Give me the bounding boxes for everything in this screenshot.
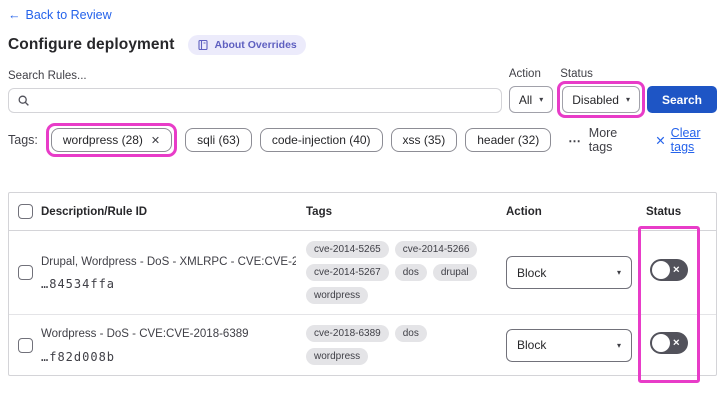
toggle-x-icon: ✕ xyxy=(672,337,680,347)
rules-table: Description/Rule ID Tags Action Status D… xyxy=(8,192,717,383)
back-link-label: Back to Review xyxy=(25,8,112,22)
title-row: Configure deployment About Overrides xyxy=(8,35,717,55)
tag-pill-label: wordpress (28) xyxy=(62,133,143,147)
rule-tag-pill: wordpress xyxy=(306,287,369,304)
toggle-knob xyxy=(652,333,670,352)
action-label: Action xyxy=(508,68,541,80)
remove-tag-icon[interactable]: ✕ xyxy=(151,134,160,147)
search-rules-label: Search Rules... xyxy=(8,70,87,82)
search-icon xyxy=(18,95,29,106)
action-select-value: Block xyxy=(517,338,547,352)
status-label: Status xyxy=(560,68,593,80)
tag-pill[interactable]: xss (35) xyxy=(390,128,458,152)
clear-tags-link[interactable]: ✕ Clear tags xyxy=(655,126,717,154)
caret-down-icon: ▾ xyxy=(616,268,621,277)
table-header-row: Description/Rule ID Tags Action Status xyxy=(9,193,716,231)
tag-pill[interactable]: code-injection (40) xyxy=(259,128,383,152)
column-header-tags: Tags xyxy=(306,205,332,218)
tag-pill[interactable]: sqli (63) xyxy=(185,128,252,152)
search-input-wrapper xyxy=(8,88,502,113)
status-dropdown-highlight: Disabled ▾ xyxy=(557,81,645,118)
column-header-action: Action xyxy=(506,205,542,218)
rule-tag-pill: drupal xyxy=(432,264,477,281)
more-tags-label: More tags xyxy=(588,126,618,154)
rule-tag-pill: wordpress xyxy=(306,348,369,365)
action-dropdown[interactable]: All ▾ xyxy=(508,86,554,113)
about-overrides-badge[interactable]: About Overrides xyxy=(188,35,306,55)
search-input[interactable] xyxy=(36,92,493,109)
rule-tags: cve-2014-5265 cve-2014-5266 cve-2014-5267 d… xyxy=(306,241,506,304)
table-row: Wordpress - DoS - CVE:CVE-2018-6389 …f82… xyxy=(9,315,716,375)
description-cell: Drupal, Wordpress - DoS - XMLRPC - CVE:C… xyxy=(41,254,306,291)
selected-tag-highlight: wordpress (28) ✕ xyxy=(45,123,178,157)
more-tags-button[interactable]: ⋯ More tags xyxy=(568,126,633,154)
column-header-status: Status xyxy=(646,205,682,218)
toggle-x-icon: ✕ xyxy=(672,264,680,275)
status-filter-group: Status Disabled ▾ xyxy=(557,68,645,118)
search-rules-group: Search Rules... xyxy=(8,70,502,113)
filter-row: Search Rules... Action All ▾ Status Disa… xyxy=(8,68,717,118)
tag-pill-list: sqli (63) code-injection (40) xss (35) head… xyxy=(185,128,552,152)
rule-description: Wordpress - DoS - CVE:CVE-2018-6389 xyxy=(41,328,249,341)
select-all-checkbox[interactable] xyxy=(17,204,33,219)
table-row: Drupal, Wordpress - DoS - XMLRPC - CVE:C… xyxy=(9,231,716,315)
caret-down-icon: ▾ xyxy=(539,94,544,104)
back-to-review-link[interactable]: ← Back to Review xyxy=(8,8,112,22)
status-cell: ✕ xyxy=(646,259,716,286)
book-icon xyxy=(198,39,209,51)
clear-tags-label: Clear tags xyxy=(670,126,701,154)
rule-tag-pill: cve-2014-5267 xyxy=(306,264,389,281)
row-checkbox[interactable] xyxy=(17,337,33,353)
rule-tag-pill: dos xyxy=(394,325,427,342)
status-toggle[interactable]: ✕ xyxy=(650,331,688,354)
rule-id: …f82d008b xyxy=(41,349,116,364)
status-toggle[interactable]: ✕ xyxy=(650,259,688,281)
rule-tags: cve-2018-6389 dos wordpress xyxy=(306,325,506,365)
row-checkbox[interactable] xyxy=(17,265,33,280)
tags-label: Tags: xyxy=(8,133,38,147)
tag-pill-wordpress[interactable]: wordpress (28) ✕ xyxy=(50,128,173,152)
rule-tag-pill: cve-2014-5265 xyxy=(306,241,389,258)
rule-tag-pill: cve-2018-6389 xyxy=(306,325,389,342)
search-button[interactable]: Search xyxy=(646,86,717,113)
column-header-description: Description/Rule ID xyxy=(41,205,148,218)
configure-deployment-page: ← Back to Review Configure deployment Ab… xyxy=(0,0,725,406)
description-cell: Wordpress - DoS - CVE:CVE-2018-6389 …f82… xyxy=(41,326,306,363)
action-select[interactable]: Block ▾ xyxy=(506,328,632,362)
action-filter-group: Action All ▾ xyxy=(508,68,554,113)
status-dropdown[interactable]: Disabled ▾ xyxy=(562,86,640,113)
caret-down-icon: ▾ xyxy=(616,340,621,350)
about-overrides-label: About Overrides xyxy=(214,39,297,51)
tags-bar: Tags: wordpress (28) ✕ sqli (63) code-inj… xyxy=(8,123,717,157)
action-dropdown-value: All xyxy=(518,92,533,107)
rule-tag-pill: dos xyxy=(394,264,427,281)
table-body: Drupal, Wordpress - DoS - XMLRPC - CVE:C… xyxy=(9,231,716,375)
caret-down-icon: ▾ xyxy=(625,94,630,104)
action-cell: Block ▾ xyxy=(506,328,646,362)
page-title: Configure deployment xyxy=(8,36,175,53)
action-cell: Block ▾ xyxy=(506,256,646,289)
rule-tag-pill: cve-2014-5266 xyxy=(394,241,478,258)
close-icon: ✕ xyxy=(655,133,666,148)
status-cell: ✕ xyxy=(646,331,716,359)
action-select[interactable]: Block ▾ xyxy=(506,256,632,289)
rule-id: …84534ffa xyxy=(41,277,116,292)
tag-pill[interactable]: header (32) xyxy=(465,128,552,152)
status-dropdown-value: Disabled xyxy=(572,92,619,107)
action-select-value: Block xyxy=(517,265,547,280)
ellipsis-icon: ⋯ xyxy=(568,133,582,148)
rule-description: Drupal, Wordpress - DoS - XMLRPC - CVE:C… xyxy=(41,255,296,268)
back-arrow-icon: ← xyxy=(8,8,21,22)
toggle-knob xyxy=(652,261,670,279)
